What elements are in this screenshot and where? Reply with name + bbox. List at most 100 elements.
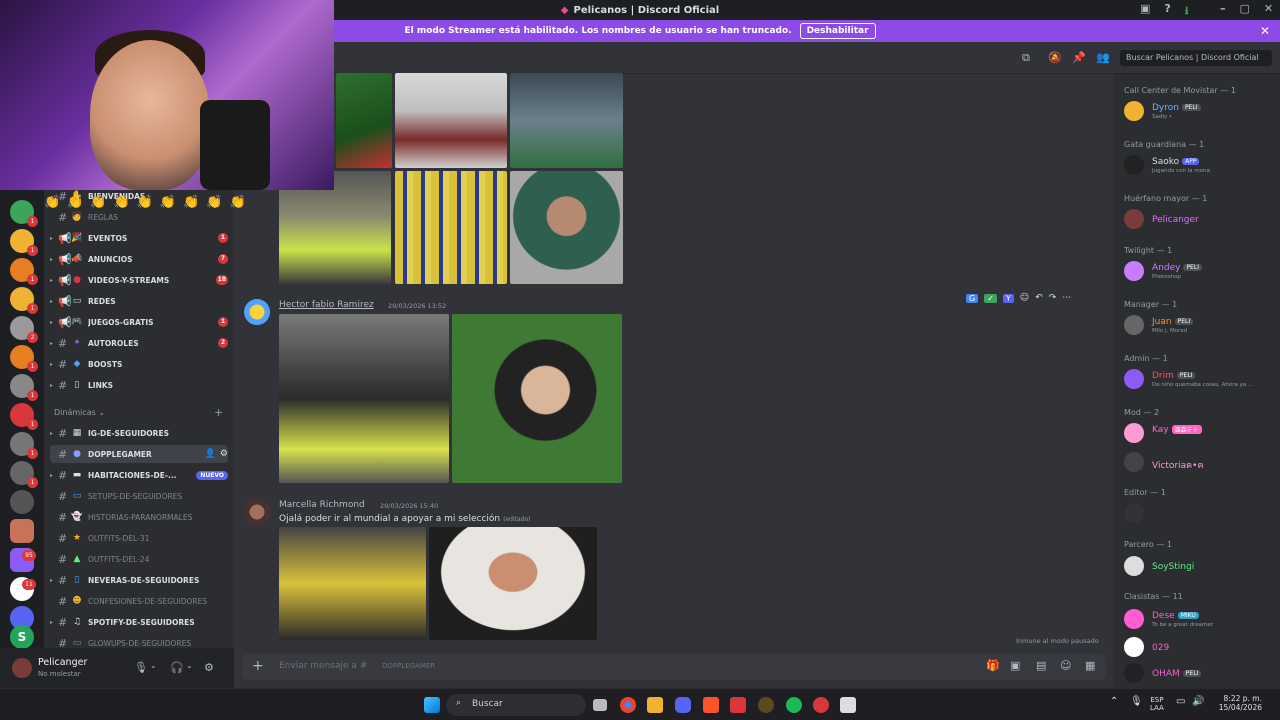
channel-neveras[interactable]: ▸ # ▯ neveras-de-seguidores [50,571,228,589]
headphones-icon[interactable]: 🎧 [170,661,184,674]
server-icon[interactable]: S [10,625,34,649]
mute-icon[interactable]: 🔕 [1048,51,1062,64]
app-icon[interactable] [758,697,774,713]
member-item[interactable]: SoyStingi [1122,555,1278,577]
notepad-icon[interactable] [840,697,856,713]
attachment-image[interactable] [279,527,426,640]
server-icon[interactable] [10,490,34,514]
emoji-icon[interactable]: ☺ [1060,659,1071,672]
app-icon[interactable] [813,697,829,713]
gif-icon[interactable]: ▣ [1010,659,1020,672]
chevron-down-icon[interactable]: ⌄ [186,661,193,670]
add-reaction-icon[interactable]: ☺ [1020,293,1029,303]
apps-icon[interactable]: ▦ [1085,659,1095,672]
threads-icon[interactable]: ⧉ [1022,51,1030,65]
member-item[interactable]: Dese MIKU To be a great dreamer [1122,608,1278,630]
gift-icon[interactable]: 🎁 [986,659,1000,672]
member-item[interactable]: Andey PELI Photoshop [1122,260,1278,282]
channel-outfits-31[interactable]: # ★ outfits-del-31 [50,529,228,547]
member-item[interactable]: Dyron PELI Sadly • [1122,100,1278,122]
file-explorer-icon[interactable] [647,697,663,713]
member-item[interactable]: Kay 亜森テト [1122,422,1278,444]
search-input[interactable]: Buscar Pelicanos | Discord Oficial [1120,50,1272,66]
spotify-icon[interactable] [786,697,802,713]
members-icon[interactable]: 👥 [1096,51,1110,64]
category-dinamicas[interactable]: Dinámicas ⌄ [54,408,105,417]
chrome-icon[interactable] [620,697,636,713]
channel-dopplegamer[interactable]: # ● dopplegamer 👤 ⚙ [50,445,228,463]
discord-taskbar-icon[interactable] [675,697,691,713]
download-icon[interactable]: ⭳ [1185,2,1189,21]
help-icon[interactable]: ? [1164,2,1170,21]
channel-boosts[interactable]: ▸ # ◆ boosts [50,355,228,373]
avatar[interactable] [244,299,270,325]
channel-videos-y-streams[interactable]: ▸ 📢 ● videos-y-streams 18 [50,271,228,289]
language-indicator[interactable]: ESP LAA [1150,696,1164,712]
channel-historias[interactable]: # 👻 historias-paranormales [50,508,228,526]
settings-icon[interactable]: ⚙ [220,449,228,459]
channel-links[interactable]: ▸ # ▯ links [50,376,228,394]
task-view-icon[interactable] [593,699,607,711]
channel-redes[interactable]: ▸ 📢 ▭ redes [50,292,228,310]
attachment-image[interactable] [395,73,507,168]
check-button[interactable]: ✓ [984,293,997,303]
app-icon[interactable] [730,697,746,713]
member-item[interactable]: 029 [1122,636,1278,658]
channel-juegos-gratis[interactable]: ▸ 📢 🎮 juegos-gratis 1 [50,313,228,331]
sticker-icon[interactable]: ▤ [1036,659,1046,672]
gear-icon[interactable]: ⚙ [204,661,214,674]
close-button[interactable]: ✕ [1264,2,1273,15]
message-author[interactable]: Marcella Richmond [279,500,365,510]
attachment-image[interactable] [429,527,597,640]
add-channel-icon[interactable]: + [214,406,223,419]
minimize-button[interactable]: – [1220,2,1226,15]
channel-ig-de-seguidores[interactable]: ▸ # ▦ ig-de-seguidores [50,424,228,442]
attachment-image[interactable] [510,171,623,284]
disable-streamer-button[interactable]: Deshabilitar [799,23,876,39]
member-item[interactable]: Pelicanger [1122,208,1278,230]
channel-anuncios[interactable]: ▸ 📢 📣 anuncios 7 [50,250,228,268]
attachment-image[interactable] [395,171,507,284]
channel-eventos[interactable]: ▸ 📢 🎉 eventos 1 [50,229,228,247]
channel-setups[interactable]: # ▭ setups-de-seguidores [50,487,228,505]
brave-icon[interactable] [703,697,719,713]
channel-outfits-24[interactable]: # ▲ outfits-del-24 [50,550,228,568]
server-icon[interactable] [10,519,34,543]
attachment-image[interactable] [510,73,623,168]
reply-icon[interactable]: ↶ [1035,293,1043,303]
avatar[interactable] [12,658,32,678]
avatar[interactable] [244,499,270,525]
member-item[interactable]: Drim PELI De niño quemaba cosas, Ahora ya … [1122,368,1278,390]
volume-icon[interactable]: 🔊 [1192,696,1204,707]
network-icon[interactable]: ▭ [1176,696,1185,707]
maximize-button[interactable]: ▢ [1240,2,1250,15]
channel-habitaciones[interactable]: ▸ # ▬ habitaciones-de-... NUEVO [50,466,228,484]
message-composer[interactable]: + Enviar mensaje a # DOPPLEGAMER 🎁 ▣ ▤ ☺… [242,654,1106,680]
channel-reglas[interactable]: # 🧑 reglas [50,208,228,226]
attachment-image[interactable] [279,314,449,483]
channel-confesiones[interactable]: # ☻ confesiones-de-seguidores [50,592,228,610]
chevron-down-icon[interactable]: ⌄ [150,661,157,670]
member-item[interactable] [1122,502,1278,524]
channel-autoroles[interactable]: ▸ # ✦ autoroles 2 [50,334,228,352]
taskbar-search[interactable]: ⌕ Buscar [446,694,586,716]
more-icon[interactable]: ⋯ [1062,293,1071,303]
member-item[interactable]: Juan PELI Milo j, Morad [1122,314,1278,336]
channel-spotify[interactable]: ▸ # ♫ spotify-de-seguidores [50,613,228,631]
attachment-image[interactable] [452,314,622,483]
close-banner-icon[interactable]: ✕ [1260,24,1270,38]
member-item[interactable]: Saoko APP Jugando con la mona [1122,154,1278,176]
invite-icon[interactable]: 👤 [205,449,216,459]
channel-glowups[interactable]: # ▭ glowups-de-seguidores [50,634,228,649]
pin-icon[interactable]: 📌 [1072,51,1086,64]
inbox-icon[interactable]: ▣ [1140,2,1150,21]
windows-start-icon[interactable] [424,697,440,713]
app-button[interactable]: G [966,293,979,303]
member-item[interactable]: OHAM PELI [1122,662,1278,684]
tray-expand-icon[interactable]: ⌃ [1110,696,1118,707]
app-button[interactable]: Y [1002,293,1014,303]
attachment-image[interactable] [336,73,392,168]
microphone-tray-icon[interactable]: 🎙 [1130,696,1143,707]
forward-icon[interactable]: ↷ [1049,293,1057,303]
attach-icon[interactable]: + [252,658,264,674]
